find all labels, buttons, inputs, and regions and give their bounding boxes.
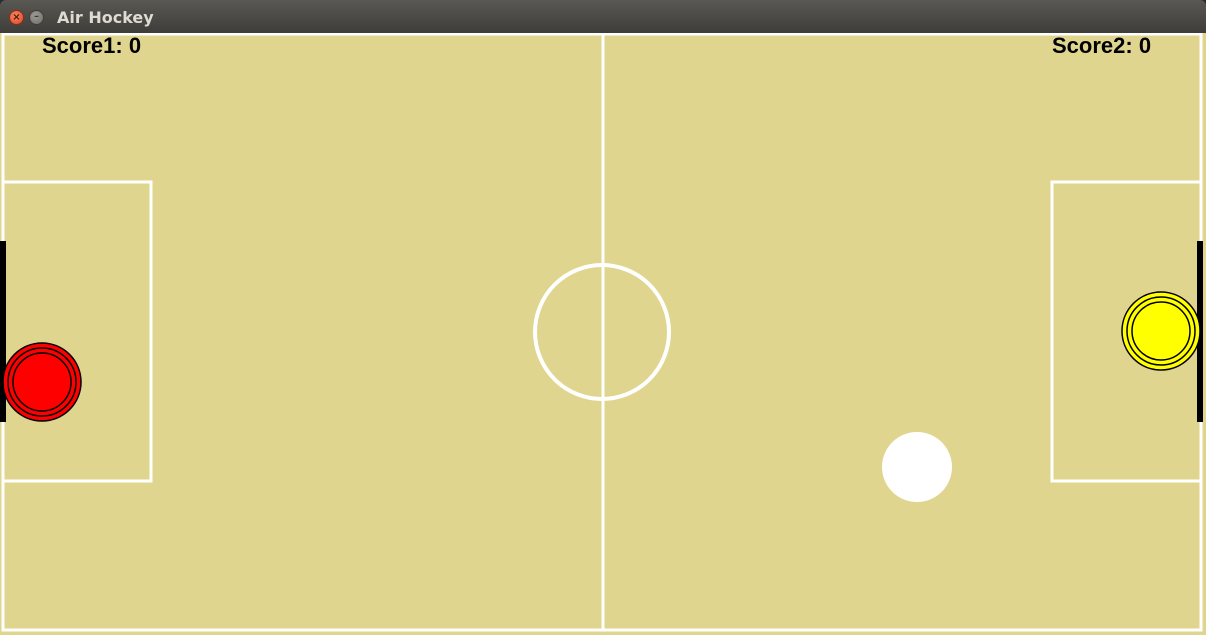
minimize-icon: –: [34, 11, 39, 22]
player1-mallet-handle: [12, 352, 72, 412]
player1-mallet[interactable]: [2, 342, 82, 422]
puck: [882, 432, 952, 502]
close-button[interactable]: ×: [9, 10, 24, 25]
title-bar[interactable]: × – Air Hockey: [0, 0, 1206, 33]
player1-score: Score1: 0: [42, 33, 141, 58]
minimize-button[interactable]: –: [29, 10, 44, 25]
game-canvas[interactable]: Score1: 0 Score2: 0: [0, 33, 1206, 635]
window-title: Air Hockey: [57, 8, 154, 27]
close-icon: ×: [12, 12, 21, 23]
player2-score: Score2: 0: [1052, 33, 1151, 58]
player2-mallet-handle: [1131, 301, 1191, 361]
game-window: × – Air Hockey Score1: 0 Score2: 0: [0, 0, 1206, 635]
player2-mallet[interactable]: [1121, 291, 1201, 371]
